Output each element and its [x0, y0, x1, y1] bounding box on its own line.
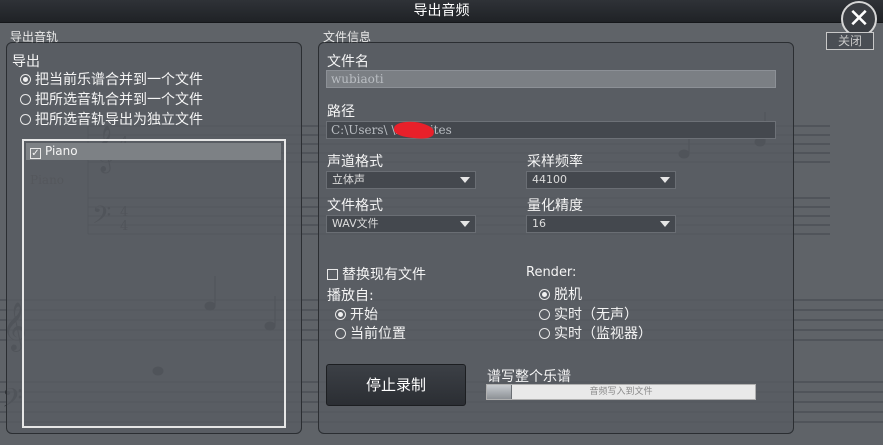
path-label: 路径	[327, 104, 355, 120]
render-option-label: 脱机	[554, 287, 582, 303]
bit-depth-value: 16	[532, 217, 546, 230]
checkbox-checked-icon[interactable]: ✓	[30, 148, 41, 159]
filename-label: 文件名	[327, 54, 369, 70]
render-option-offline[interactable]: 脱机	[539, 284, 582, 304]
radio-icon	[539, 309, 550, 320]
sample-rate-value: 44100	[532, 173, 567, 186]
progress-bar: 音频写入到文件	[486, 384, 756, 400]
export-label: 导出	[12, 54, 40, 70]
file-info-section-title: 文件信息	[323, 30, 372, 44]
file-format-select[interactable]: WAV文件	[326, 215, 476, 233]
radio-icon	[20, 74, 31, 85]
render-label: Render:	[526, 265, 577, 280]
chevron-down-icon	[460, 177, 470, 183]
playback-from-label: 播放自:	[327, 288, 374, 304]
radio-icon	[539, 328, 550, 339]
playback-option-start[interactable]: 开始	[335, 304, 378, 324]
chevron-down-icon	[460, 221, 470, 227]
stop-recording-button[interactable]: 停止录制	[326, 364, 466, 406]
replace-existing-checkbox[interactable]: 替换现有文件	[327, 264, 426, 284]
file-format-value: WAV文件	[332, 217, 379, 230]
filename-input[interactable]: wubiaoti	[326, 70, 776, 88]
render-option-realtime-silent[interactable]: 实时（无声）	[539, 304, 638, 324]
radio-icon	[539, 289, 550, 300]
export-option-merge-selected[interactable]: 把所选音轨合并到一个文件	[20, 89, 203, 109]
replace-existing-label: 替换现有文件	[342, 267, 426, 283]
bit-depth-label: 量化精度	[527, 198, 583, 214]
sample-rate-select[interactable]: 44100	[526, 171, 676, 189]
export-option-label: 把当前乐谱合并到一个文件	[35, 72, 203, 88]
export-option-label: 把所选音轨导出为独立文件	[35, 112, 203, 128]
radio-icon	[335, 328, 346, 339]
channel-format-label: 声道格式	[327, 154, 383, 170]
radio-icon	[20, 94, 31, 105]
track-row-piano[interactable]: ✓ Piano	[26, 143, 281, 160]
radio-icon	[20, 114, 31, 125]
window-title: 导出音频	[0, 0, 883, 23]
export-option-label: 把所选音轨合并到一个文件	[35, 92, 203, 108]
bit-depth-select[interactable]: 16	[526, 215, 676, 233]
chevron-down-icon	[660, 221, 670, 227]
render-option-label: 实时（无声）	[554, 307, 638, 323]
render-option-realtime-monitor[interactable]: 实时（监视器）	[539, 323, 652, 343]
channel-format-value: 立体声	[332, 173, 365, 186]
channel-format-select[interactable]: 立体声	[326, 171, 476, 189]
radio-icon	[335, 309, 346, 320]
export-option-separate-files[interactable]: 把所选音轨导出为独立文件	[20, 109, 203, 129]
playback-option-label: 当前位置	[350, 326, 406, 342]
playback-option-current[interactable]: 当前位置	[335, 323, 406, 343]
progress-text: 音频写入到文件	[589, 387, 653, 397]
checkbox-icon	[327, 269, 338, 280]
file-format-label: 文件格式	[327, 198, 383, 214]
track-list[interactable]: ✓ Piano	[22, 139, 286, 428]
chevron-down-icon	[660, 177, 670, 183]
render-option-label: 实时（监视器）	[554, 326, 652, 342]
sample-rate-label: 采样频率	[527, 154, 583, 170]
track-name: Piano	[45, 144, 78, 158]
export-option-merge-current[interactable]: 把当前乐谱合并到一个文件	[20, 69, 203, 89]
progress-label: 谱写整个乐谱	[487, 369, 571, 385]
export-tracks-section-title: 导出音轨	[10, 30, 59, 44]
close-button[interactable]: 关闭	[826, 32, 874, 50]
playback-option-label: 开始	[350, 307, 378, 323]
